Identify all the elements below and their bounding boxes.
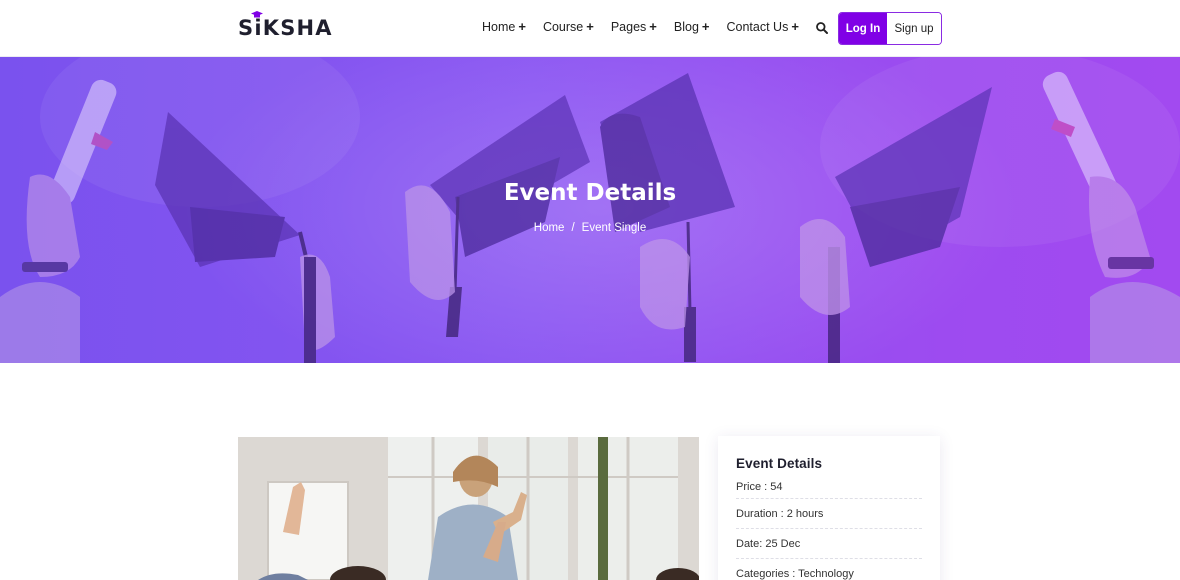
detail-price: Price : 54 bbox=[736, 479, 922, 499]
event-details-heading: Event Details bbox=[736, 456, 823, 471]
detail-categories: Categories : Technology bbox=[736, 559, 922, 580]
signup-button[interactable]: Sign up bbox=[887, 13, 941, 44]
logo-text-s: S bbox=[238, 16, 255, 40]
nav-blog[interactable]: Blog + bbox=[674, 19, 710, 34]
plus-icon: + bbox=[791, 19, 799, 34]
nav-course-label: Course bbox=[542, 19, 584, 34]
nav-home[interactable]: Home + bbox=[482, 19, 526, 34]
graduation-cap-icon bbox=[251, 11, 264, 18]
plus-icon: + bbox=[701, 19, 710, 34]
detail-date: Date: 25 Dec bbox=[736, 529, 922, 559]
nav-blog-label: Blog bbox=[673, 19, 699, 34]
site-header: S i KSHA Home + Course + Pages + Blog + Cont… bbox=[0, 0, 1180, 57]
plus-icon: + bbox=[649, 19, 657, 34]
breadcrumb-current: Event Single bbox=[581, 222, 647, 234]
nav-home-label: Home bbox=[482, 19, 516, 34]
breadcrumb-home[interactable]: Home bbox=[534, 222, 565, 234]
breadcrumb: Home / Event Single bbox=[0, 222, 1180, 234]
event-details-card: Event Details Price : 54 Duration : 2 ho… bbox=[718, 436, 940, 580]
breadcrumb-separator: / bbox=[571, 222, 575, 234]
nav-course[interactable]: Course + bbox=[543, 19, 594, 34]
nav-contact[interactable]: Contact Us + bbox=[727, 19, 799, 34]
classroom-photo-illustration bbox=[238, 437, 699, 580]
nav-pages[interactable]: Pages + bbox=[611, 19, 657, 34]
logo-i: i bbox=[251, 11, 264, 40]
plus-icon: + bbox=[586, 19, 594, 34]
graduation-caps-illustration bbox=[0, 57, 1180, 363]
nav-pages-label: Pages bbox=[610, 19, 647, 34]
page-banner: Event Details Home / Event Single bbox=[0, 57, 1180, 363]
plus-icon: + bbox=[518, 19, 526, 34]
page-title: Event Details bbox=[503, 180, 677, 206]
event-photo bbox=[238, 437, 699, 580]
search-icon[interactable] bbox=[815, 21, 829, 35]
login-button[interactable]: Log In bbox=[839, 13, 887, 44]
site-logo[interactable]: S i KSHA bbox=[238, 11, 333, 40]
main-nav: Home + Course + Pages + Blog + Contact Us + bbox=[482, 19, 799, 34]
auth-buttons: Log In Sign up bbox=[838, 12, 942, 45]
nav-contact-label: Contact Us bbox=[726, 19, 789, 34]
detail-duration: Duration : 2 hours bbox=[736, 499, 922, 529]
logo-text-ksha: KSHA bbox=[262, 16, 333, 40]
